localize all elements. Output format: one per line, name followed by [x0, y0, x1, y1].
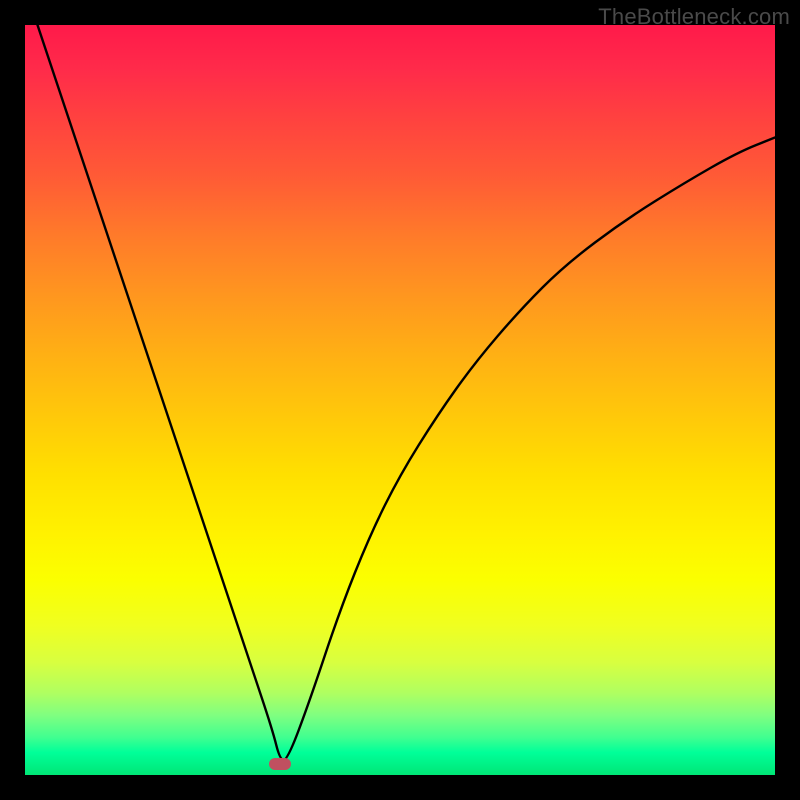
watermark-text: TheBottleneck.com: [598, 4, 790, 30]
bottleneck-curve: [25, 25, 775, 775]
optimal-point-marker: [269, 758, 291, 770]
